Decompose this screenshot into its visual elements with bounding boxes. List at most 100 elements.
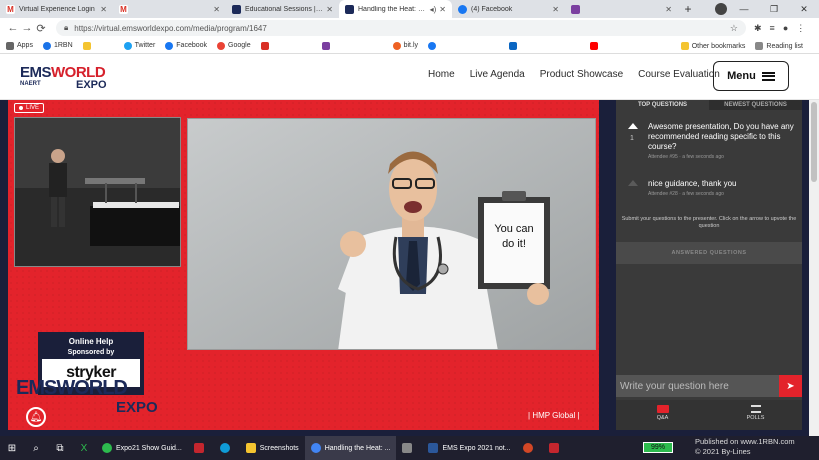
sidebar-footer: Q&A POLLS [616, 400, 802, 430]
help-title: Online Help [68, 337, 114, 346]
ems-site-icon [345, 4, 354, 14]
reading-list-icon[interactable]: ≡ [770, 23, 775, 33]
profile-icon[interactable] [715, 3, 727, 15]
cortana-icon [219, 443, 230, 453]
bookmark-twitter[interactable]: Twitter [123, 41, 155, 50]
emsworld-expo-logo[interactable]: EMSWORLD NAERT EXPO [20, 64, 110, 92]
doctor-scene: You can do it! [188, 119, 595, 349]
question-input-bar: ➤ [616, 375, 802, 397]
browser-tab[interactable]: ✕ [565, 0, 678, 18]
gmail-icon: M [119, 4, 128, 14]
main-video[interactable]: You can do it! [187, 118, 596, 350]
watermark-line-1: Published on www.1RBN.com [695, 437, 795, 446]
speaker-icon[interactable]: ◂) [430, 5, 437, 14]
presenter-video[interactable] [14, 117, 181, 267]
tab-top-questions[interactable]: TOP QUESTIONS [616, 100, 709, 110]
bookmark-1rbn[interactable]: 1RBN [42, 41, 73, 50]
search-icon[interactable]: ⌕ [24, 436, 48, 460]
question-item: nice guidance, thank you Attendee #28 · … [616, 161, 802, 198]
taskbar-app[interactable] [214, 436, 240, 460]
page-scrollbar[interactable] [809, 100, 819, 436]
bookmark-red[interactable] [260, 41, 272, 50]
windows-start-icon[interactable]: ⊞ [0, 436, 24, 460]
close-tab-icon[interactable]: ✕ [665, 5, 672, 14]
taskbar-app-label: Expo21 Show Guid... [116, 444, 182, 452]
bookmark-facebook[interactable]: Facebook [165, 41, 207, 50]
send-icon[interactable]: ➤ [779, 375, 802, 397]
nav-live-agenda[interactable]: Live Agenda [470, 69, 525, 80]
new-tab-button[interactable]: + [678, 0, 698, 18]
browser-tab-active[interactable]: Handling the Heat: Psy ◂) ✕ [339, 0, 452, 18]
nav-home[interactable]: Home [428, 69, 455, 80]
bookmark-mail[interactable] [321, 41, 333, 50]
globe-icon [42, 41, 51, 50]
reading-list-icon [755, 42, 764, 50]
upvote-arrow-icon[interactable] [628, 180, 638, 186]
close-tab-icon[interactable]: ✕ [552, 5, 559, 14]
close-tab-icon[interactable]: ✕ [326, 5, 333, 14]
nav-product-showcase[interactable]: Product Showcase [540, 69, 623, 80]
battery-indicator[interactable]: 99% [643, 442, 673, 453]
polls-tab-button[interactable]: POLLS [709, 400, 802, 430]
question-meta: Attendee #95 · a few seconds ago [648, 154, 724, 160]
facebook-icon [458, 4, 467, 14]
main-nav: Home Live Agenda Product Showcase Course… [428, 69, 735, 80]
minimize-button[interactable]: — [729, 0, 759, 18]
bookmark-apps[interactable]: Apps [6, 41, 33, 50]
browser-tab[interactable]: (4) Facebook ✕ [452, 0, 565, 18]
tab-title: Educational Sessions | EMS [245, 5, 323, 13]
tab-newest-questions[interactable]: NEWEST QUESTIONS [709, 100, 802, 110]
bookmark-star-icon[interactable]: ☆ [730, 23, 738, 34]
taskbar-app[interactable] [517, 436, 543, 460]
close-window-button[interactable]: ✕ [789, 0, 819, 18]
taskbar-app-active[interactable]: Handling the Heat: ... [304, 436, 397, 460]
maximize-button[interactable]: ❐ [759, 0, 789, 18]
taskbar-app[interactable] [396, 436, 422, 460]
bookmark-facebook-2[interactable] [428, 41, 439, 50]
scrollbar-thumb[interactable] [811, 102, 817, 182]
reload-icon[interactable]: ⟳ [34, 22, 48, 35]
close-tab-icon[interactable]: ✕ [213, 5, 220, 14]
lock-icon[interactable]: 🔒︎ [64, 23, 68, 33]
taskbar-app[interactable] [188, 436, 214, 460]
notification-bell-icon[interactable]: 🔔︎ [26, 407, 46, 427]
profile-avatar-icon[interactable]: ● [783, 23, 788, 33]
browser-tab[interactable]: Educational Sessions | EMS ✕ [226, 0, 339, 18]
bookmark-bitly[interactable]: bit.ly [392, 41, 418, 50]
qa-tab-label: Q&A [656, 415, 669, 421]
taskbar-app[interactable]: EMS Expo 2021 not... [422, 436, 516, 460]
nav-course-evaluation[interactable]: Course Evaluation [638, 69, 720, 80]
forward-icon[interactable]: → [20, 22, 34, 34]
bookmarks-right: Other bookmarks Reading list [680, 38, 813, 54]
bookmark-google[interactable]: Google [217, 41, 251, 50]
taskbar-app[interactable]: Expo21 Show Guid... [96, 436, 188, 460]
word-icon [428, 443, 439, 453]
taskbar-app[interactable]: Screenshots [240, 436, 305, 460]
browser-tab[interactable]: M Virtual Experience Login ✕ [0, 0, 113, 18]
address-bar[interactable]: 🔒︎ https://virtual.emsworldexpo.com/medi… [56, 20, 746, 36]
back-icon[interactable]: ← [6, 22, 20, 34]
tab-title: Virtual Experience Login [19, 5, 95, 13]
browser-tab[interactable]: M ✕ [113, 0, 226, 18]
close-tab-icon[interactable]: ✕ [100, 5, 107, 14]
bookmark-folder[interactable] [82, 41, 94, 50]
upvote-arrow-icon[interactable] [628, 123, 638, 129]
more-menu-icon[interactable]: ⋮ [796, 23, 805, 34]
task-view-icon[interactable]: ⧉ [48, 436, 72, 460]
qa-tab-button[interactable]: Q&A [616, 400, 709, 430]
taskbar-app[interactable] [543, 436, 569, 460]
bookmark-label: 1RBN [53, 42, 73, 49]
bookmark-youtube[interactable] [590, 41, 601, 50]
logo-tag: NAERT [20, 81, 41, 87]
menu-button[interactable]: Menu [713, 61, 789, 91]
tab-title: Handling the Heat: Psy [358, 5, 427, 13]
polls-tab-label: POLLS [746, 415, 765, 421]
excel-icon[interactable]: X [72, 436, 96, 460]
extensions-icon[interactable]: ✱ [754, 23, 762, 34]
bookmark-linkedin[interactable] [509, 41, 520, 50]
reading-list[interactable]: Reading list [755, 42, 803, 50]
question-input[interactable] [616, 375, 779, 397]
close-tab-icon[interactable]: ✕ [439, 5, 446, 14]
answered-questions-tab[interactable]: ANSWERED QUESTIONS [616, 242, 802, 264]
other-bookmarks[interactable]: Other bookmarks [680, 42, 745, 50]
